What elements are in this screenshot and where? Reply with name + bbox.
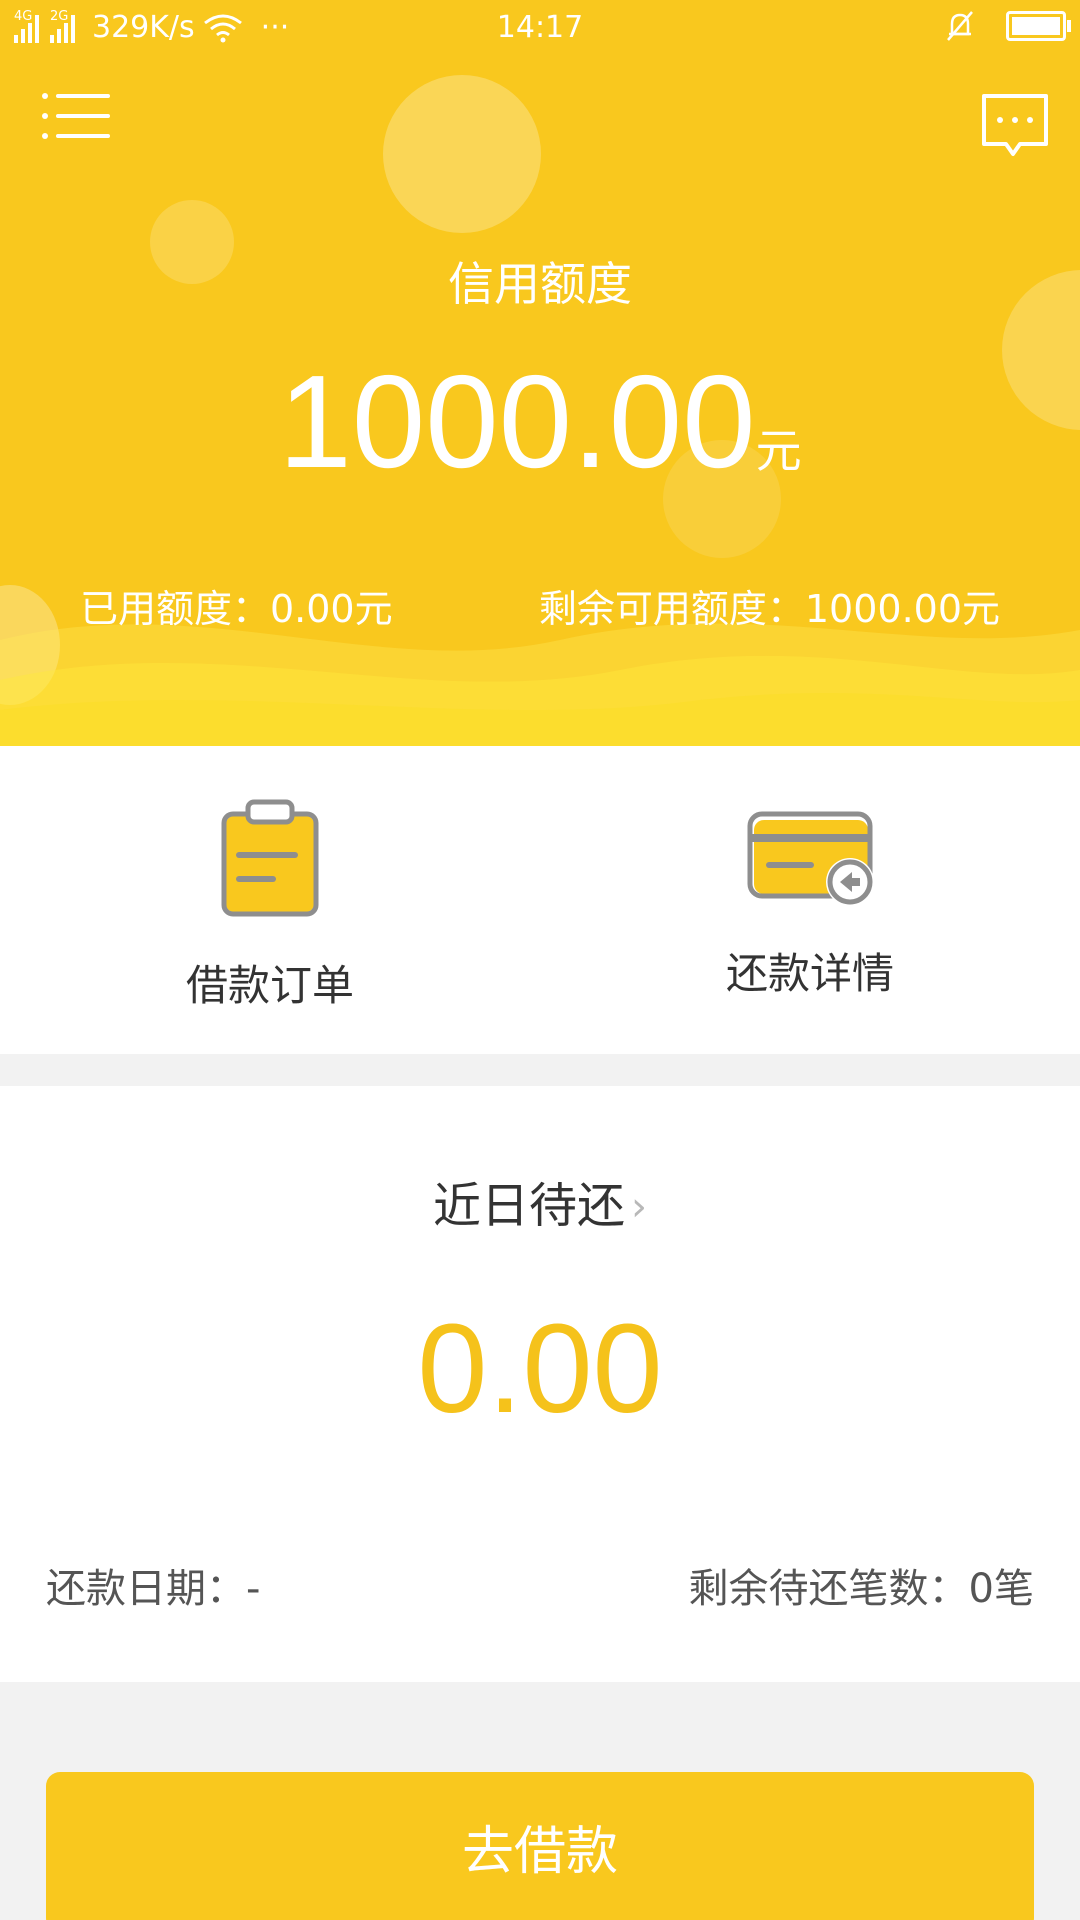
battery-icon [1006,11,1071,41]
remaining-repay-count: 剩余待还笔数：0笔 [688,1566,1034,1612]
clipboard-icon [221,799,319,917]
loan-orders-label: 借款订单 [185,961,354,1010]
repay-date: 还款日期：- [46,1566,261,1612]
message-icon[interactable] [980,92,1050,162]
loan-orders-button[interactable]: 借款订单 [0,746,540,1054]
quick-actions: 借款订单 还款详情 [0,746,1080,1054]
clock: 14:17 [496,10,584,45]
recent-due-amount: 0.00 [417,1298,663,1439]
mute-bell-icon [947,11,973,41]
credit-limit-amount: 1000.00元 [0,352,1080,492]
credit-amount-unit: 元 [755,424,802,478]
status-bar: 4G 2G 329K/s ··· 14:17 [0,0,1080,58]
decor-bubble [383,75,541,233]
used-quota: 已用额度：0.00元 [80,587,393,631]
remaining-quota: 剩余可用额度：1000.00元 [538,587,1000,631]
chevron-right-icon: › [631,1184,647,1230]
credit-header: 4G 2G 329K/s ··· 14:17 信用额度 1000.00元 已用额… [0,0,1080,746]
app-screen: 4G 2G 329K/s ··· 14:17 信用额度 1000.00元 已用额… [0,0,1080,1920]
card-return-icon [747,811,874,906]
repay-details-label: 还款详情 [725,949,894,998]
recent-due-title: 近日待还 [432,1178,625,1234]
go-borrow-button[interactable]: 去借款 [46,1772,1034,1920]
recent-due-card: 近日待还 › 0.00 还款日期：- 剩余待还笔数：0笔 [0,1086,1080,1682]
repay-details-button[interactable]: 还款详情 [540,746,1080,1054]
credit-amount-value: 1000.00 [278,348,756,495]
credit-limit-label: 信用额度 [448,257,632,311]
recent-due-link[interactable]: 近日待还 › [0,1166,1080,1236]
menu-icon[interactable] [42,92,110,140]
